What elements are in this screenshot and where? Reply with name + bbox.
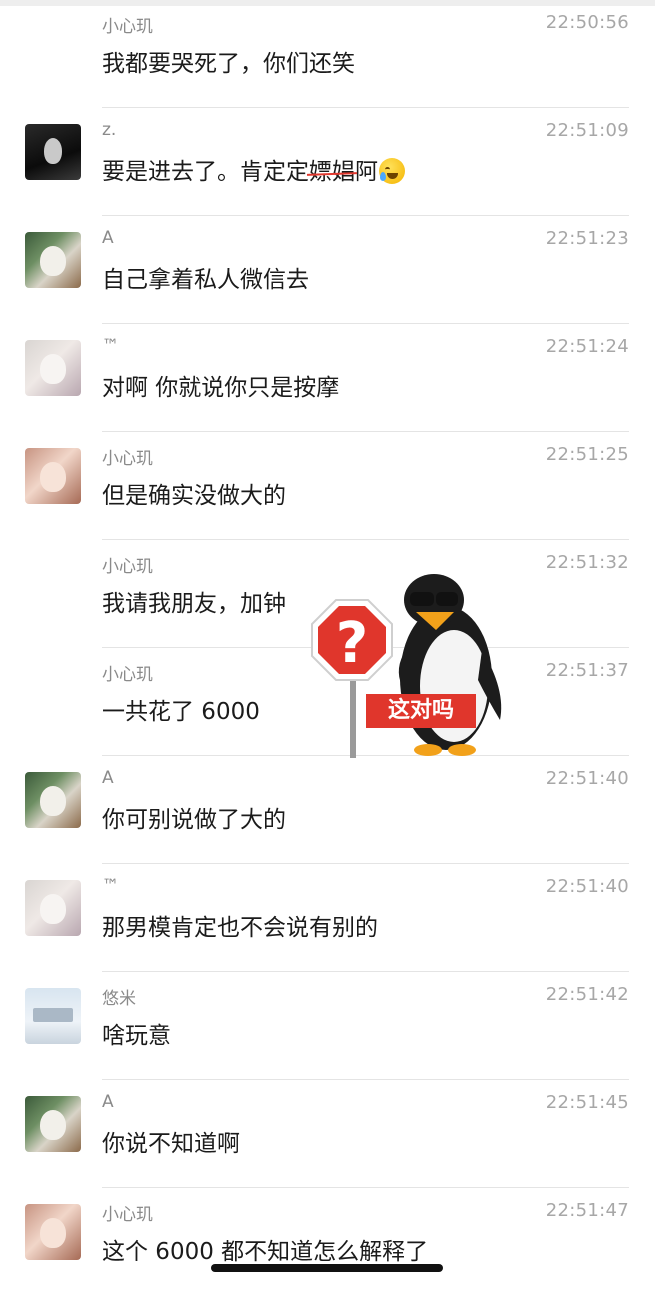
message-text: 但是确实没做大的 [102,483,286,509]
avatar[interactable] [25,1096,81,1152]
message-time: 22:51:25 [545,444,629,465]
message-text: 我请我朋友，加钟 [102,591,286,617]
avatar[interactable] [25,988,81,1044]
message-time: 22:51:23 [545,228,629,249]
sender-name: 小心玑 [102,665,153,685]
chat-message[interactable]: A 22:51:23 自己拿着私人微信去 [0,216,655,324]
chat-message[interactable]: 小心玑 22:50:56 我都要哭死了，你们还笑 [0,0,655,108]
chat-message[interactable]: A 22:51:45 你说不知道啊 [0,1080,655,1188]
avatar[interactable] [25,232,81,288]
chat-message[interactable]: A 22:51:40 你可别说做了大的 [0,756,655,864]
penguin-sign-illustration: ? [311,574,502,758]
sender-name: ™ [102,336,119,356]
message-time: 22:51:45 [545,1092,629,1113]
sender-name: A [102,228,114,248]
message-time: 22:51:42 [545,984,629,1005]
message-text-part: 要是进去了。肯定定 [102,159,309,185]
message-text: 你说不知道啊 [102,1131,240,1157]
sender-name: 悠米 [102,989,136,1009]
sender-name: ™ [102,876,119,896]
avatar[interactable] [25,340,81,396]
message-time: 22:51:47 [545,1200,629,1221]
chat-message[interactable]: ™ 22:51:24 对啊 你就说你只是按摩 [0,324,655,432]
message-text: 这个 6000 都不知道怎么解释了 [102,1239,429,1265]
sender-name: z. [102,120,117,140]
message-text: 一共花了 6000 [102,699,260,725]
chat-message[interactable]: z. 22:51:09 要是进去了。肯定定嫖娼阿 [0,108,655,216]
avatar[interactable] [25,1204,81,1260]
avatar[interactable] [25,124,81,180]
sender-name: A [102,768,114,788]
message-time: 22:51:32 [545,552,629,573]
home-indicator[interactable] [211,1264,443,1272]
chat-message[interactable]: 悠米 22:51:42 啥玩意 [0,972,655,1080]
message-time: 22:51:09 [545,120,629,141]
avatar[interactable] [25,772,81,828]
struck-word: 嫖娼 [309,159,355,185]
message-time: 22:50:56 [545,12,629,33]
sign-question-mark: ? [336,611,368,676]
sender-name: 小心玑 [102,449,153,469]
message-text-part: 阿 [355,159,378,185]
sticker-caption: 这对吗 [366,694,476,728]
crying-laughing-emoji-icon [379,158,405,184]
sender-name: 小心玑 [102,17,153,37]
message-text: 那男模肯定也不会说有别的 [102,915,378,941]
message-text: 对啊 你就说你只是按摩 [102,375,340,401]
chat-message[interactable]: 小心玑 22:51:25 但是确实没做大的 [0,432,655,540]
message-text: 自己拿着私人微信去 [102,267,309,293]
avatar[interactable] [25,880,81,936]
message-time: 22:51:37 [545,660,629,681]
avatar[interactable] [25,448,81,504]
sender-name: 小心玑 [102,1205,153,1225]
sender-name: 小心玑 [102,557,153,577]
message-text: 啥玩意 [102,1023,171,1049]
message-time: 22:51:40 [545,768,629,789]
penguin-meme-sticker: ? 这对吗 [306,560,516,760]
message-text: 我都要哭死了，你们还笑 [102,51,355,77]
message-text: 要是进去了。肯定定嫖娼阿 [102,152,405,186]
message-time: 22:51:24 [545,336,629,357]
message-text: 你可别说做了大的 [102,807,286,833]
sender-name: A [102,1092,114,1112]
chat-message[interactable]: ™ 22:51:40 那男模肯定也不会说有别的 [0,864,655,972]
message-time: 22:51:40 [545,876,629,897]
